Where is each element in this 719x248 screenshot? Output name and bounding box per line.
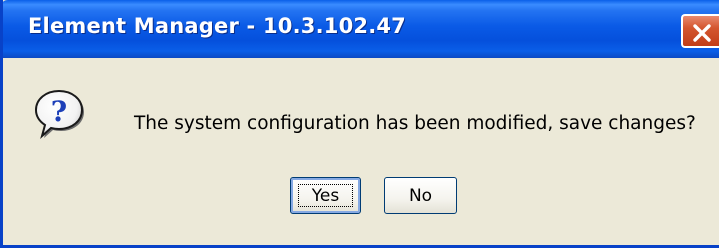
yes-button-label: Yes bbox=[311, 186, 340, 206]
dialog-window: Element Manager - 10.3.102.47 ? The syst… bbox=[0, 0, 719, 248]
close-button[interactable] bbox=[681, 14, 719, 48]
title-bar[interactable]: Element Manager - 10.3.102.47 bbox=[3, 0, 719, 58]
yes-button[interactable]: Yes bbox=[290, 177, 361, 214]
dialog-message: The system configuration has been modifi… bbox=[134, 113, 696, 134]
window-title: Element Manager - 10.3.102.47 bbox=[28, 14, 406, 38]
close-icon bbox=[693, 24, 711, 42]
no-button-label: No bbox=[408, 186, 433, 206]
no-button[interactable]: No bbox=[384, 177, 457, 214]
svg-text:?: ? bbox=[51, 95, 67, 128]
question-icon: ? bbox=[33, 88, 85, 140]
